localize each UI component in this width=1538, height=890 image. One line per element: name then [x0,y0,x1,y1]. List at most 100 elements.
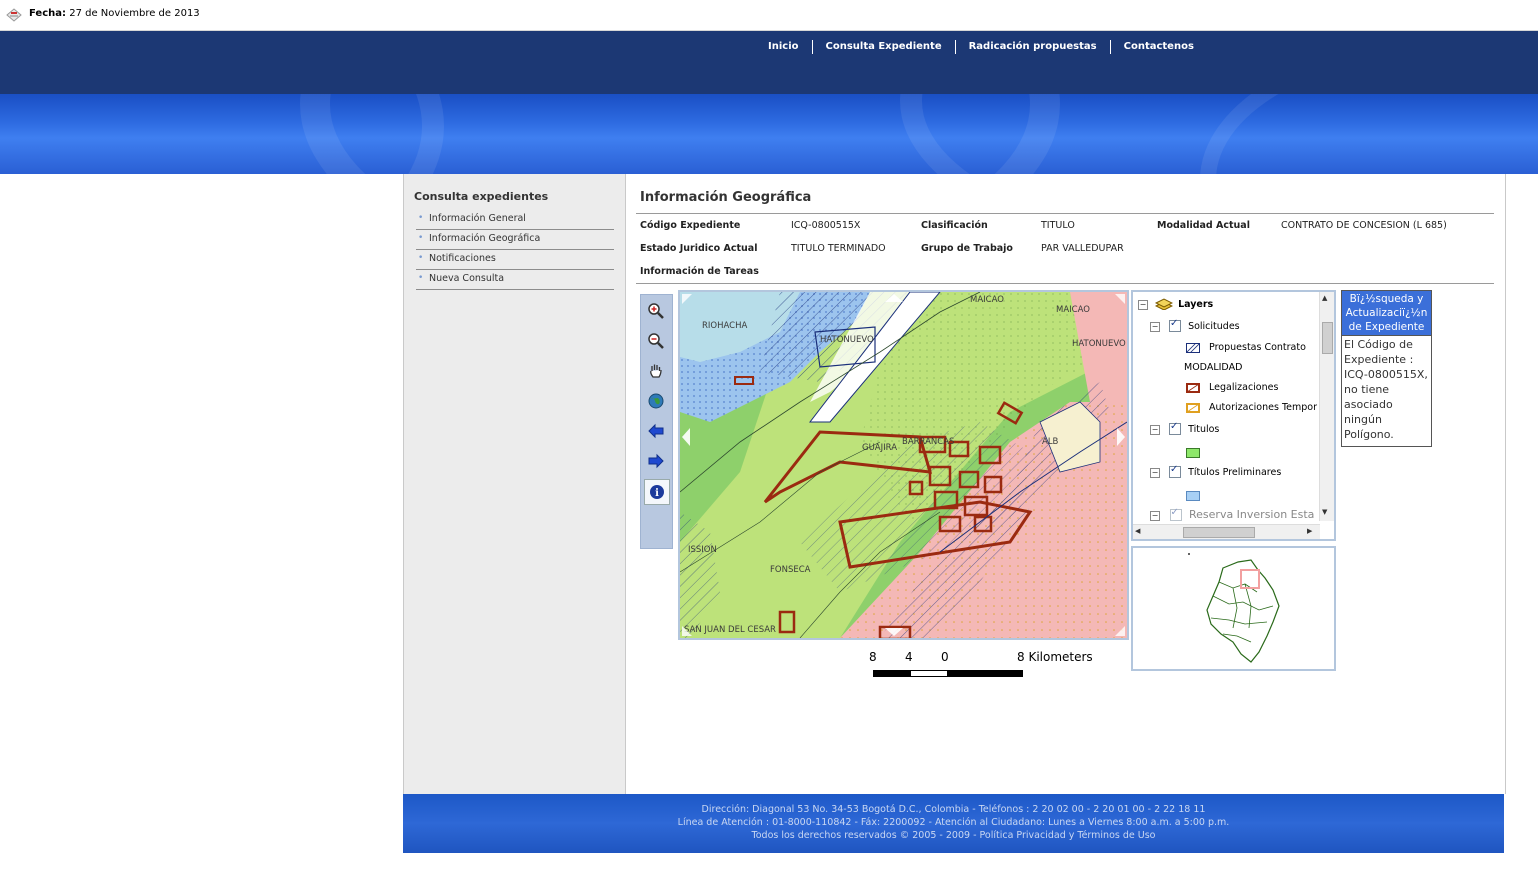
header-banner [0,94,1538,174]
pan-hand-icon[interactable] [644,359,668,383]
left-sidebar: Consulta expedientes Información General… [404,174,626,794]
clasificacion-value: TITULO [1041,220,1075,231]
scale-bar-graphic [873,670,1023,677]
map-label-riohacha: RIOHACHA [702,321,747,331]
horizontal-scrollbar[interactable]: ◀ ▶ [1133,524,1320,539]
sidebar-title: Consulta expedientes [414,190,549,203]
collapse-toggle-icon[interactable]: − [1150,467,1160,478]
legend-modalidad: MODALIDAD [1184,362,1243,373]
svg-text:i: i [655,488,659,499]
main-navigation-bar: Inicio Consulta Expediente Radicación pr… [0,31,1538,94]
search-result-message: El Código de Expediente : ICQ-0800515X, … [1344,338,1428,441]
map-view[interactable]: RIOHACHA MAICAO MAICAO HATONUEVO HATONUE… [678,290,1129,640]
legend-propuestas: Propuestas Contrato [1185,342,1306,353]
layers-title: Layers [1178,298,1214,310]
date-display: Fecha: 27 de Noviembre de 2013 [29,8,200,19]
sidebar-item-nueva-consulta[interactable]: Nueva Consulta [416,270,614,290]
map-label-maicao-2: MAICAO [1056,305,1090,315]
legend-label: Propuestas Contrato [1209,342,1306,353]
scale-tick-1: 8 [869,650,877,664]
nav-inicio[interactable]: Inicio [760,40,813,54]
collapse-toggle-icon[interactable]: − [1138,299,1148,310]
legend-label: Autorizaciones Tempor [1209,402,1317,413]
layer-checkbox[interactable] [1169,421,1182,435]
collapse-toggle-icon[interactable]: − [1150,321,1160,332]
main-nav: Inicio Consulta Expediente Radicación pr… [760,40,1207,54]
nav-radicacion-propuestas[interactable]: Radicación propuestas [956,40,1111,54]
sidebar-item-notificaciones[interactable]: Notificaciones [416,250,614,270]
footer-address: Dirección: Diagonal 53 No. 34-53 Bogotá … [701,804,1206,815]
layer-titulos[interactable]: − Titulos [1150,421,1220,435]
map-label-barrancas: BARRANCAS [902,437,954,447]
layer-reserva[interactable]: − Reserva Inversion Esta [1150,507,1315,521]
modalidad-value: CONTRATO DE CONCESION (L 685) [1281,220,1447,231]
collapse-toggle-icon[interactable]: − [1150,424,1160,435]
orange-swatch-icon [1186,402,1200,413]
scale-tick-2: 4 [905,650,913,664]
zoom-in-icon[interactable] [644,299,668,323]
red-swatch-icon [1186,382,1200,393]
map-label-guajira: GUAJIRA [862,443,897,453]
estado-label: Estado Juridico Actual [640,243,758,254]
footer-attention-line: Línea de Atención : 01-8000-110842 - Fáx… [677,817,1230,828]
legend-legalizaciones: Legalizaciones [1186,382,1278,393]
top-bar: Fecha: 27 de Noviembre de 2013 [0,0,1538,31]
layer-checkbox[interactable] [1169,464,1182,478]
clasificacion-label: Clasificación [921,220,988,231]
scroll-right-icon[interactable]: ▶ [1307,527,1312,535]
vertical-scrollbar[interactable]: ▲ ▼ [1319,292,1334,521]
layers-root[interactable]: − Layers [1138,298,1214,311]
scroll-left-icon[interactable]: ◀ [1135,527,1140,535]
modalidad-label: Modalidad Actual [1157,220,1250,231]
zoom-out-icon[interactable] [644,329,668,353]
layer-label: Reserva Inversion Esta [1189,508,1315,521]
sidebar-item-informacion-geografica[interactable]: Información Geográfica [416,230,614,250]
legend-label: Legalizaciones [1209,382,1279,393]
hatch-swatch-icon [1185,342,1201,353]
legend-autorizaciones: Autorizaciones Tempor [1186,402,1317,413]
scroll-down-icon[interactable]: ▼ [1322,508,1327,516]
layer-solicitudes[interactable]: − Solicitudes [1150,318,1240,332]
layers-panel: − Layers − Solicitudes Propuestas Contra… [1131,290,1336,541]
nav-contactenos[interactable]: Contactenos [1111,40,1207,54]
scroll-up-icon[interactable]: ▲ [1322,294,1327,302]
scale-tick-4: 8 Kilometers [1017,650,1093,664]
forward-arrow-icon[interactable] [644,449,668,473]
overview-map[interactable] [1131,546,1336,671]
footer-copyright[interactable]: Todos los derechos reservados © 2005 - 2… [403,830,1504,841]
map-label-alb: ALB [1042,437,1059,447]
layer-label: Títulos Preliminares [1188,466,1282,478]
scroll-thumb[interactable] [1183,527,1255,538]
map-toolbar: i [640,294,673,549]
page-title: Información Geográfica [640,190,812,205]
layer-label: Titulos [1188,423,1220,435]
footer: Dirección: Diagonal 53 No. 34-53 Bogotá … [403,794,1504,853]
map-label-san-juan: SAN JUAN DEL CESAR [684,625,776,635]
back-arrow-icon[interactable] [644,419,668,443]
map-label-hatonuevo: HATONUEVO [820,335,874,345]
blue-swatch-icon [1186,491,1200,501]
divider [636,283,1494,284]
collapse-toggle-icon[interactable]: − [1150,511,1160,521]
overview-map-canvas [1188,553,1280,663]
divider [636,213,1494,214]
layer-label: Solicitudes [1188,320,1240,332]
scroll-thumb[interactable] [1322,322,1333,354]
layer-titulos-preliminares[interactable]: − Títulos Preliminares [1150,464,1282,478]
identify-info-icon[interactable]: i [644,479,670,505]
map-label-hatonuevo-2: HATONUEVO [1072,339,1126,349]
full-extent-globe-icon[interactable] [644,389,668,413]
map-label-maicao-1: MAICAO [970,295,1004,305]
nav-consulta-expediente[interactable]: Consulta Expediente [813,40,956,54]
codigo-label: Código Expediente [640,220,741,231]
sidebar-item-informacion-general[interactable]: Información General [416,210,614,230]
tareas-label: Información de Tareas [640,266,759,277]
codigo-value: ICQ-0800515X [791,220,861,231]
layer-checkbox[interactable] [1169,507,1182,521]
map-label-ission: ISSION [688,545,717,555]
scale-tick-3: 0 [941,650,949,664]
main-panel: Consulta expedientes Información General… [403,174,1506,794]
layer-checkbox[interactable] [1169,318,1182,332]
date-value: 27 de Noviembre de 2013 [69,8,200,19]
sidebar-links: Información General Información Geográfi… [416,210,614,290]
